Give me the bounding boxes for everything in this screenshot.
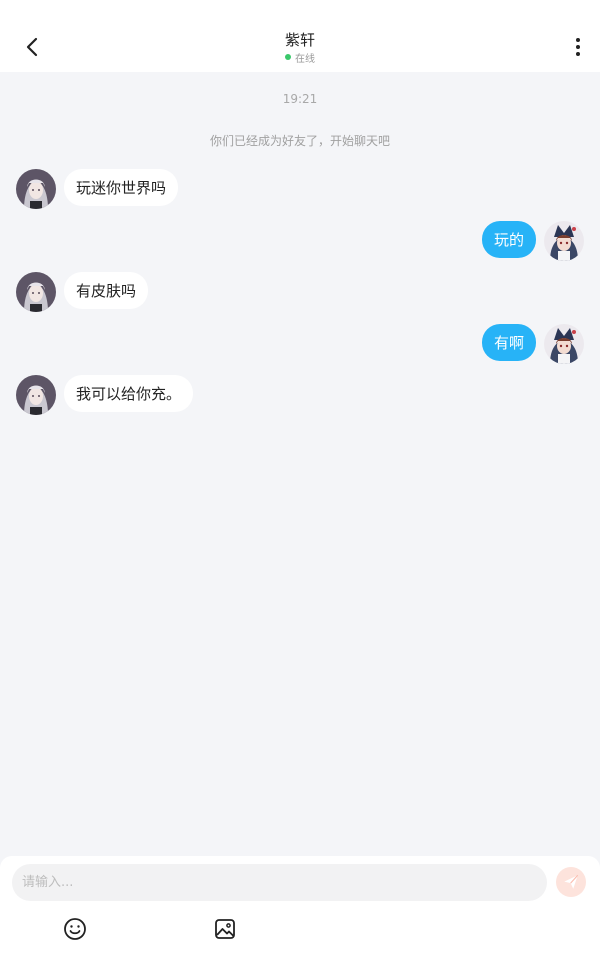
- contact-info: 紫轩 在线: [0, 30, 600, 65]
- contact-avatar[interactable]: [16, 375, 56, 415]
- more-options-button[interactable]: [568, 34, 588, 60]
- message-bubble-incoming[interactable]: 玩迷你世界吗: [64, 169, 179, 206]
- online-status: 在线: [0, 50, 600, 65]
- contact-avatar[interactable]: [16, 272, 56, 312]
- image-icon: [215, 919, 235, 939]
- contact-name: 紫轩: [284, 31, 315, 49]
- contact-avatar[interactable]: [16, 169, 56, 209]
- message-bubble-outgoing[interactable]: 玩的: [481, 221, 536, 258]
- message-timestamp: 19:21: [282, 92, 318, 106]
- avatar-image: [16, 375, 56, 415]
- more-vertical-icon: [576, 38, 580, 42]
- avatar-image: [544, 221, 584, 261]
- message-composer: [0, 856, 600, 960]
- send-button[interactable]: [556, 867, 586, 897]
- paper-plane-icon: [564, 874, 579, 889]
- message-bubble-incoming[interactable]: 我可以给你充。: [64, 375, 194, 412]
- chat-header: 紫轩 在线: [0, 0, 600, 72]
- online-dot-icon: [285, 54, 291, 60]
- smiley-icon: [64, 918, 86, 940]
- my-avatar[interactable]: [544, 324, 584, 364]
- message-bubble-incoming[interactable]: 有皮肤吗: [64, 272, 149, 309]
- status-label: 在线: [295, 53, 315, 65]
- my-avatar[interactable]: [544, 221, 584, 261]
- avatar-image: [544, 324, 584, 364]
- emoji-button[interactable]: [62, 916, 88, 942]
- message-input[interactable]: [12, 864, 547, 901]
- message-bubble-outgoing[interactable]: 有啊: [481, 324, 536, 361]
- avatar-image: [16, 169, 56, 209]
- avatar-image: [16, 272, 56, 312]
- system-notice: 你们已经成为好友了，开始聊天吧: [209, 134, 390, 148]
- image-button[interactable]: [212, 916, 238, 942]
